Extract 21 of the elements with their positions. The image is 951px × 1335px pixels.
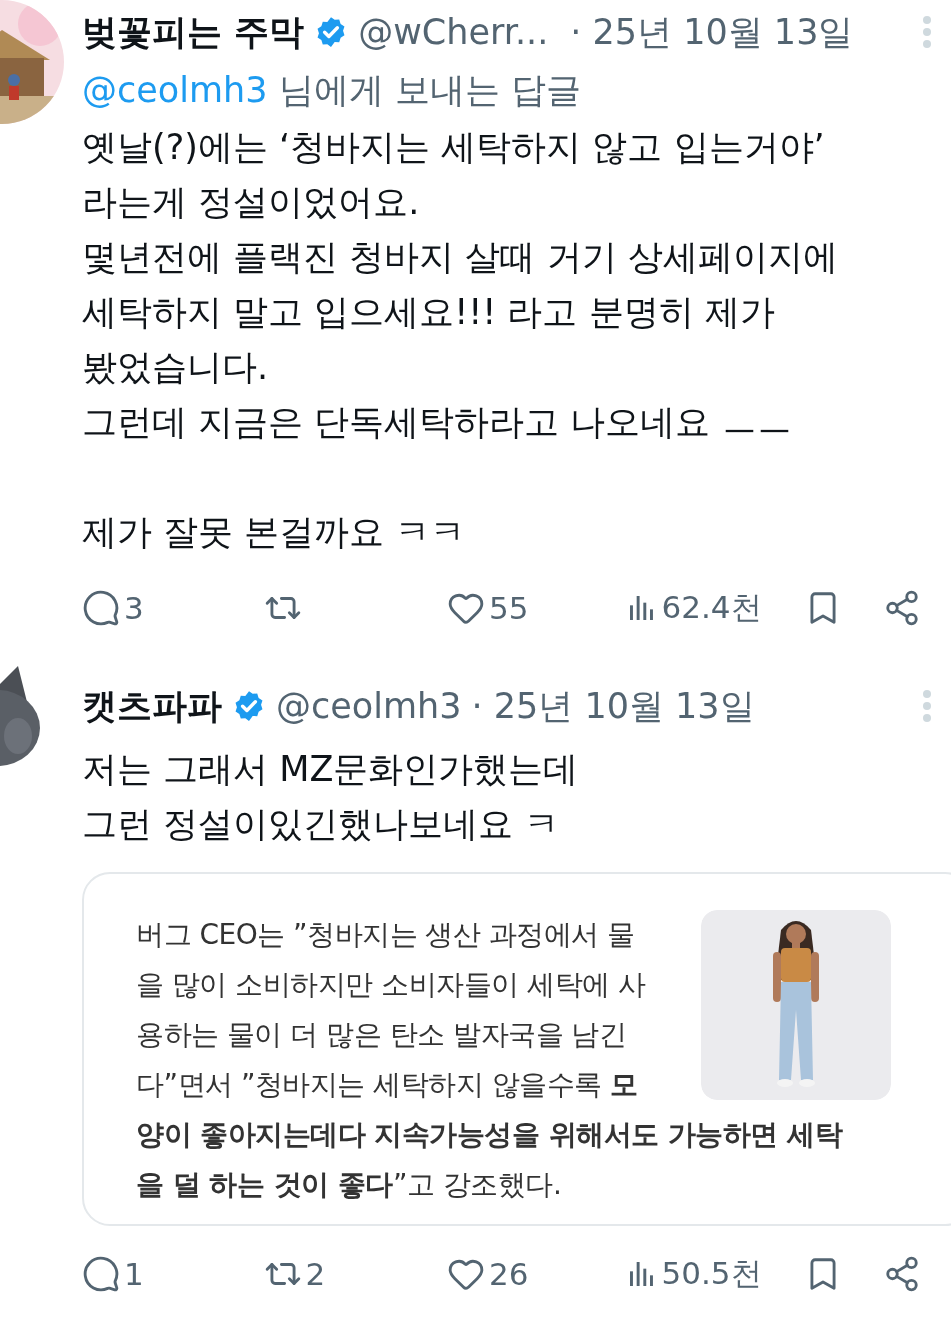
views-count: 50.5천 — [661, 1254, 762, 1293]
reply-icon[interactable] — [82, 1255, 120, 1293]
reply-icon[interactable] — [82, 589, 120, 627]
reply-to-label: 님에게 보내는 답글 — [278, 70, 581, 110]
reply-count: 3 — [124, 590, 144, 626]
author-name[interactable]: 캣츠파파 — [82, 682, 222, 730]
quoted-card[interactable]: 버그 CEO는 ”청바지는 생산 과정에서 물 을 많이 소비하지만 소비자들이 세탁에 사 용하는 물이 더 많은 탄소 발자국을 남긴 다”면서 ”청바지는 세탁하지 않을수록 모 양이 좋아지는데다 지속가능성을 위해서도 가능하면 세탁 을 덜 하는 것이 좋다”고 강조했다. — [82, 872, 951, 1226]
post-date: · 25년 10월 13일 — [570, 10, 854, 54]
views-count: 62.4천 — [661, 588, 762, 627]
repost-count: 2 — [305, 1256, 326, 1292]
like-count: 55 — [489, 590, 529, 626]
author-name[interactable]: 벚꽃피는 주막 — [82, 8, 305, 56]
author-handle[interactable]: @wCherr... — [358, 12, 549, 52]
article-text: 양이 좋아지는데다 지속가능성을 위해서도 가능하면 세탁 을 덜 하는 것이 좋다”고 강조했다. — [136, 1117, 844, 1203]
reply-count: 1 — [124, 1256, 144, 1292]
article-text: 버그 CEO는 ”청바지는 생산 과정에서 물 을 많이 소비하지만 소비자들이 세탁에 사 용하는 물이 더 많은 탄소 발자국을 남긴 다”면서 ”청바지는 세탁하지 않을수록 모 — [136, 917, 646, 1103]
author-handle[interactable]: @ceolmh3 — [276, 686, 462, 726]
post-text: 옛날(?)에는 ‘청바지는 세탁하지 않고 입는거야’ 라는게 정설이었어요. 몇년전에 플랙진 청바지 살때 거기 상세페이지에 세탁하지 말고 입으세요!!! 라고 분명히 제가 봤었습니다. 그런데 지금은 단독세탁하라고 나오네요 ㅡㅡ 제가 잘못 본걸까요 ㅋㅋ — [82, 126, 839, 554]
post-text: 저는 그래서 MZ문화인가했는데 그런 정설이있긴했나보네요 ㅋ — [82, 748, 580, 846]
like-count: 26 — [489, 1256, 529, 1292]
post-date: · 25년 10월 13일 — [471, 684, 755, 728]
